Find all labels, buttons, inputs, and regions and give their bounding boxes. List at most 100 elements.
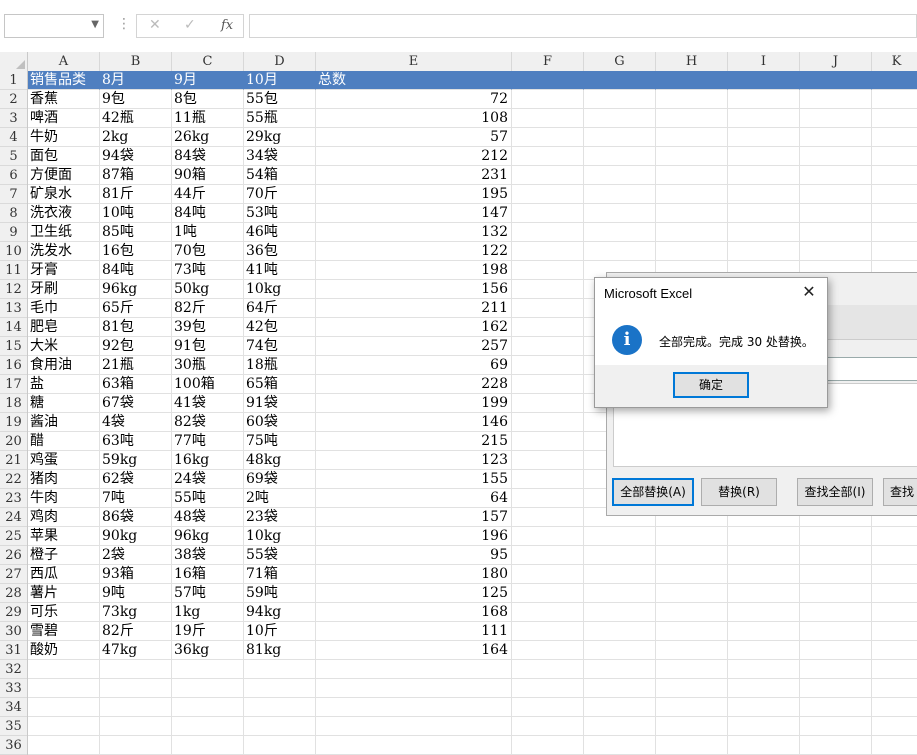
cell[interactable]: 牛奶 <box>28 128 100 147</box>
replace-button[interactable]: 替换(R) <box>701 478 777 506</box>
cell[interactable] <box>656 166 728 185</box>
cell[interactable] <box>800 527 872 546</box>
cell[interactable]: 10kg <box>244 527 316 546</box>
cell[interactable] <box>512 641 584 660</box>
cell[interactable]: 63吨 <box>100 432 172 451</box>
cell[interactable]: 21瓶 <box>100 356 172 375</box>
cell[interactable]: 59吨 <box>244 584 316 603</box>
cell[interactable] <box>656 660 728 679</box>
cell[interactable] <box>800 242 872 261</box>
cell[interactable]: 198 <box>316 261 512 280</box>
cell[interactable]: 94袋 <box>100 147 172 166</box>
cell[interactable]: 10斤 <box>244 622 316 641</box>
cell[interactable] <box>872 147 917 166</box>
cell[interactable] <box>728 109 800 128</box>
cell[interactable] <box>800 147 872 166</box>
cell[interactable] <box>872 660 917 679</box>
cell[interactable]: 73吨 <box>172 261 244 280</box>
cell[interactable]: 91袋 <box>244 394 316 413</box>
cell[interactable] <box>100 717 172 736</box>
cell[interactable] <box>656 147 728 166</box>
cell[interactable]: 84吨 <box>100 261 172 280</box>
cell[interactable] <box>656 242 728 261</box>
cell[interactable]: 96kg <box>172 527 244 546</box>
cell[interactable] <box>584 641 656 660</box>
cell[interactable] <box>512 128 584 147</box>
cell[interactable] <box>316 698 512 717</box>
cell[interactable] <box>512 546 584 565</box>
cell[interactable] <box>728 204 800 223</box>
cell[interactable] <box>872 546 917 565</box>
cell[interactable] <box>512 470 584 489</box>
cell[interactable] <box>728 698 800 717</box>
cell[interactable] <box>872 603 917 622</box>
cell[interactable] <box>656 527 728 546</box>
cell[interactable]: 23袋 <box>244 508 316 527</box>
header-cell[interactable]: 8月 <box>100 71 172 90</box>
cell[interactable]: 1kg <box>172 603 244 622</box>
cell[interactable] <box>584 660 656 679</box>
cell[interactable]: 91包 <box>172 337 244 356</box>
cell[interactable] <box>800 660 872 679</box>
cell[interactable] <box>800 546 872 565</box>
cell[interactable] <box>656 698 728 717</box>
column-header[interactable]: J <box>800 52 872 71</box>
row-header[interactable]: 32 <box>0 660 27 679</box>
cell[interactable] <box>728 679 800 698</box>
cell[interactable] <box>584 223 656 242</box>
cell[interactable]: 156 <box>316 280 512 299</box>
cell[interactable]: 10kg <box>244 280 316 299</box>
cell[interactable]: 180 <box>316 565 512 584</box>
cell[interactable]: 2kg <box>100 128 172 147</box>
cell[interactable]: 卫生纸 <box>28 223 100 242</box>
row-header[interactable]: 27 <box>0 565 27 584</box>
cell[interactable] <box>584 147 656 166</box>
row-header[interactable]: 35 <box>0 717 27 736</box>
cell[interactable]: 38袋 <box>172 546 244 565</box>
cell[interactable]: 55瓶 <box>244 109 316 128</box>
cell[interactable]: 215 <box>316 432 512 451</box>
cell[interactable] <box>800 166 872 185</box>
cell[interactable]: 46吨 <box>244 223 316 242</box>
header-cell[interactable]: 9月 <box>172 71 244 90</box>
cell[interactable]: 122 <box>316 242 512 261</box>
cell[interactable] <box>512 356 584 375</box>
row-header[interactable]: 23 <box>0 489 27 508</box>
row-header[interactable]: 21 <box>0 451 27 470</box>
cell[interactable]: 212 <box>316 147 512 166</box>
cell[interactable] <box>172 717 244 736</box>
row-header[interactable]: 12 <box>0 280 27 299</box>
cell[interactable]: 74包 <box>244 337 316 356</box>
cell[interactable]: 4袋 <box>100 413 172 432</box>
cell[interactable] <box>872 166 917 185</box>
row-header[interactable]: 30 <box>0 622 27 641</box>
cell[interactable]: 47kg <box>100 641 172 660</box>
cell[interactable]: 64斤 <box>244 299 316 318</box>
cell[interactable] <box>656 109 728 128</box>
cell[interactable] <box>872 641 917 660</box>
row-header[interactable]: 25 <box>0 527 27 546</box>
row-header[interactable]: 33 <box>0 679 27 698</box>
cell[interactable]: 90kg <box>100 527 172 546</box>
cell[interactable] <box>512 261 584 280</box>
cell[interactable] <box>728 527 800 546</box>
row-header[interactable]: 17 <box>0 375 27 394</box>
cell[interactable] <box>728 717 800 736</box>
row-header[interactable]: 1 <box>0 71 27 90</box>
cell[interactable] <box>512 508 584 527</box>
cell[interactable] <box>512 698 584 717</box>
row-header[interactable]: 31 <box>0 641 27 660</box>
cell[interactable] <box>512 318 584 337</box>
cell[interactable] <box>800 679 872 698</box>
cell[interactable] <box>728 660 800 679</box>
cell[interactable]: 195 <box>316 185 512 204</box>
cell[interactable]: 方便面 <box>28 166 100 185</box>
cell[interactable]: 薯片 <box>28 584 100 603</box>
ok-button[interactable]: 确定 <box>673 372 749 398</box>
cell[interactable]: 82斤 <box>172 299 244 318</box>
cell[interactable] <box>512 280 584 299</box>
cell[interactable]: 牙膏 <box>28 261 100 280</box>
column-header[interactable]: G <box>584 52 656 71</box>
cell[interactable] <box>872 565 917 584</box>
column-header[interactable]: B <box>100 52 172 71</box>
